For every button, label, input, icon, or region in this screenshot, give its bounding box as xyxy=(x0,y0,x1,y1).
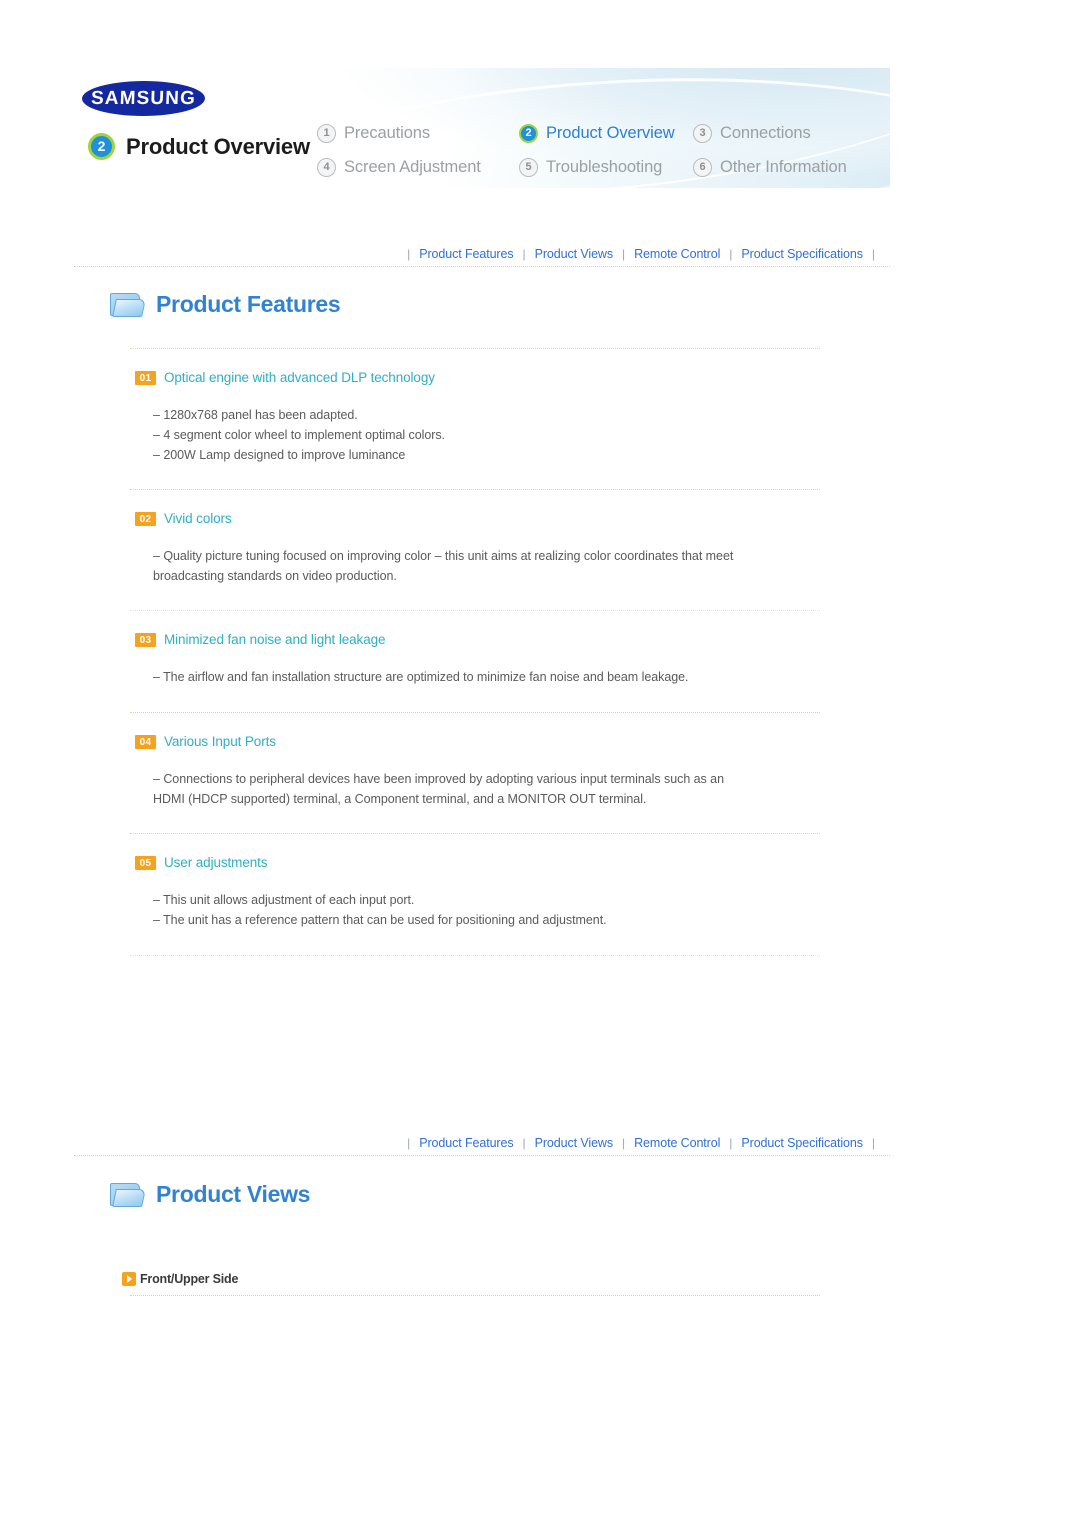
nav-item-troubleshooting[interactable]: 5 Troubleshooting xyxy=(519,150,693,184)
nav-item-other-information[interactable]: 6 Other Information xyxy=(693,150,882,184)
feature-title: Minimized fan noise and light leakage xyxy=(164,632,386,647)
feature-heading: 04 Various Input Ports xyxy=(135,734,895,749)
breadcrumb-link-remote-control[interactable]: Remote Control xyxy=(634,247,720,261)
breadcrumb-link-product-views[interactable]: Product Views xyxy=(535,1136,613,1150)
feature-title: Various Input Ports xyxy=(164,734,276,749)
breadcrumb-separator: | xyxy=(871,1135,875,1150)
header-banner: SAMSUNG 2 Product Overview 1 Precautions… xyxy=(74,68,890,188)
section-divider xyxy=(130,712,820,713)
breadcrumb-bottom: | Product Features | Product Views | Rem… xyxy=(74,1130,890,1156)
breadcrumb-link-remote-control[interactable]: Remote Control xyxy=(634,1136,720,1150)
breadcrumb-link-product-views[interactable]: Product Views xyxy=(535,247,613,261)
nav-item-connections[interactable]: 3 Connections xyxy=(693,116,882,150)
feature-heading: 01 Optical engine with advanced DLP tech… xyxy=(135,370,895,385)
section-divider xyxy=(130,489,820,490)
nav-number-icon: 5 xyxy=(519,157,538,177)
chapter-nav: 1 Precautions 2 Product Overview 3 Conne… xyxy=(317,116,882,184)
feature-body-line: – The airflow and fan installation struc… xyxy=(153,670,689,684)
feature-body: – The airflow and fan installation struc… xyxy=(153,667,895,687)
breadcrumb-separator: | xyxy=(522,1135,526,1150)
feature-number-badge: 03 xyxy=(135,632,156,647)
section-divider xyxy=(130,833,820,834)
subsection-heading-front-upper-side: Front/Upper Side xyxy=(122,1272,238,1286)
section-divider xyxy=(130,348,820,349)
nav-item-label: Product Overview xyxy=(546,123,675,142)
samsung-logo: SAMSUNG xyxy=(81,81,206,116)
feature-number-badge: 05 xyxy=(135,855,156,870)
feature-number-badge: 01 xyxy=(135,370,156,385)
breadcrumb-link-product-features[interactable]: Product Features xyxy=(419,247,513,261)
nav-item-label: Precautions xyxy=(344,123,431,142)
nav-number-icon: 6 xyxy=(693,157,712,177)
feature-block-05: 05 User adjustments – This unit allows a… xyxy=(135,855,895,930)
orange-arrow-icon xyxy=(122,1272,136,1286)
folder-icon xyxy=(110,1181,146,1208)
subsection-label: Front/Upper Side xyxy=(140,1272,239,1286)
breadcrumb-separator: | xyxy=(407,1135,411,1150)
feature-heading: 02 Vivid colors xyxy=(135,511,895,526)
breadcrumb-separator: | xyxy=(729,246,733,261)
section-divider xyxy=(130,1295,820,1296)
feature-body-line: – 1280x768 panel has been adapted. xyxy=(153,408,358,422)
feature-block-04: 04 Various Input Ports – Connections to … xyxy=(135,734,895,809)
feature-body-line: – The unit has a reference pattern that … xyxy=(153,913,607,927)
nav-number-icon: 4 xyxy=(317,157,336,177)
feature-number-badge: 02 xyxy=(135,511,156,526)
feature-title: Optical engine with advanced DLP technol… xyxy=(164,370,435,385)
section-heading-product-views: Product Views xyxy=(110,1181,310,1208)
feature-body: – This unit allows adjustment of each in… xyxy=(153,890,895,930)
chapter-heading: 2 Product Overview xyxy=(88,133,310,160)
breadcrumb-separator: | xyxy=(522,246,526,261)
breadcrumb-separator: | xyxy=(729,1135,733,1150)
feature-body: – Connections to peripheral devices have… xyxy=(153,769,753,809)
nav-number-icon: 1 xyxy=(317,123,336,143)
section-divider xyxy=(130,955,820,956)
breadcrumb-separator: | xyxy=(871,246,875,261)
section-divider xyxy=(130,610,820,611)
feature-body-line: – This unit allows adjustment of each in… xyxy=(153,893,415,907)
feature-body-line: – Connections to peripheral devices have… xyxy=(153,772,724,806)
feature-body-line: – Quality picture tuning focused on impr… xyxy=(153,549,734,583)
feature-title: Vivid colors xyxy=(164,511,232,526)
breadcrumb-separator: | xyxy=(407,246,411,261)
breadcrumb-link-product-specifications[interactable]: Product Specifications xyxy=(741,1136,863,1150)
section-heading-product-features: Product Features xyxy=(110,291,341,318)
nav-item-label: Troubleshooting xyxy=(546,157,663,176)
nav-item-label: Connections xyxy=(720,123,811,142)
feature-heading: 05 User adjustments xyxy=(135,855,895,870)
feature-body-line: – 4 segment color wheel to implement opt… xyxy=(153,428,445,442)
feature-number-badge: 04 xyxy=(135,734,156,749)
section-title: Product Features xyxy=(156,291,341,317)
nav-item-label: Screen Adjustment xyxy=(344,157,481,176)
breadcrumb-link-product-features[interactable]: Product Features xyxy=(419,1136,513,1150)
feature-block-02: 02 Vivid colors – Quality picture tuning… xyxy=(135,511,895,586)
breadcrumb-link-product-specifications[interactable]: Product Specifications xyxy=(741,247,863,261)
feature-body-line: – 200W Lamp designed to improve luminanc… xyxy=(153,448,406,462)
feature-title: User adjustments xyxy=(164,855,268,870)
folder-icon xyxy=(110,291,146,318)
chapter-number-badge: 2 xyxy=(88,133,115,160)
nav-item-screen-adjustment[interactable]: 4 Screen Adjustment xyxy=(317,150,519,184)
feature-heading: 03 Minimized fan noise and light leakage xyxy=(135,632,895,647)
breadcrumb-top: | Product Features | Product Views | Rem… xyxy=(74,241,890,267)
nav-item-label: Other Information xyxy=(720,157,847,176)
feature-block-03: 03 Minimized fan noise and light leakage… xyxy=(135,632,895,687)
section-title: Product Views xyxy=(156,1181,311,1207)
feature-body: – Quality picture tuning focused on impr… xyxy=(153,546,753,586)
breadcrumb-separator: | xyxy=(622,1135,626,1150)
breadcrumb-separator: | xyxy=(622,246,626,261)
nav-number-icon: 3 xyxy=(693,123,712,143)
nav-number-icon: 2 xyxy=(519,123,538,143)
feature-block-01: 01 Optical engine with advanced DLP tech… xyxy=(135,370,895,465)
chapter-title: Product Overview xyxy=(126,133,310,159)
nav-item-precautions[interactable]: 1 Precautions xyxy=(317,116,519,150)
nav-item-product-overview[interactable]: 2 Product Overview xyxy=(519,116,693,150)
feature-body: – 1280x768 panel has been adapted. – 4 s… xyxy=(153,405,895,465)
